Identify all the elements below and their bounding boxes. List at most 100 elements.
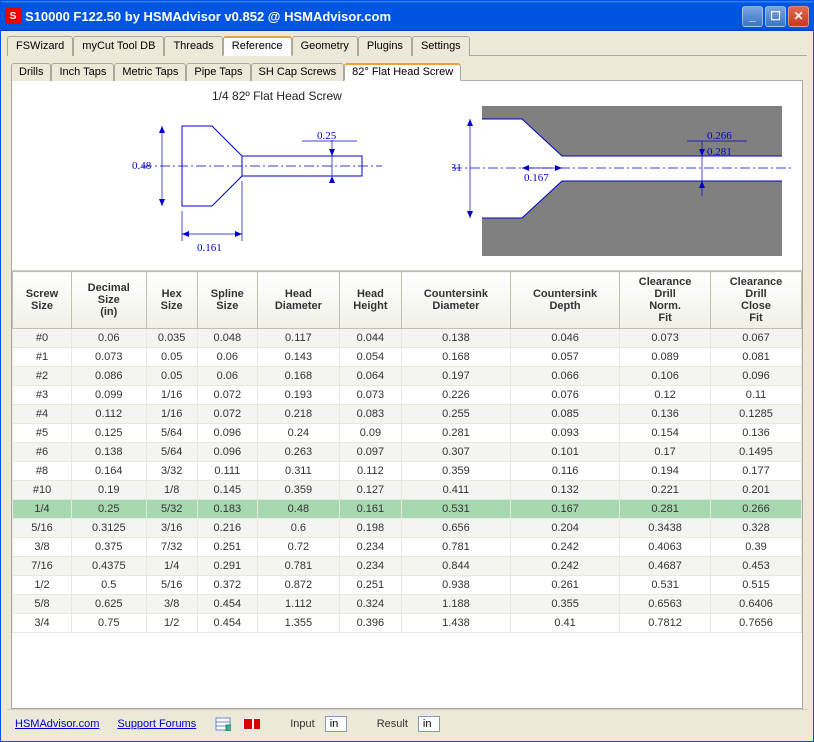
col-header[interactable]: ClearanceDrillCloseFit <box>711 272 802 329</box>
table-row[interactable]: 1/40.255/320.1830.480.1610.5310.1670.281… <box>13 500 802 519</box>
tab-fswizard[interactable]: FSWizard <box>7 36 73 56</box>
table-cell: 0.06 <box>197 367 257 386</box>
table-row[interactable]: 5/80.6253/80.4541.1120.3241.1880.3550.65… <box>13 595 802 614</box>
col-header[interactable]: ScrewSize <box>13 272 72 329</box>
table-cell: #5 <box>13 424 72 443</box>
table-cell: 0.106 <box>620 367 711 386</box>
table-cell: 0.054 <box>339 348 401 367</box>
col-header[interactable]: CountersinkDepth <box>511 272 620 329</box>
subtab-82-flat-head-screw[interactable]: 82° Flat Head Screw <box>344 63 461 81</box>
table-cell: 5/64 <box>146 424 197 443</box>
table-cell: 0.194 <box>620 462 711 481</box>
table-cell: 0.261 <box>511 576 620 595</box>
table-cell: 5/8 <box>13 595 72 614</box>
flag-icon[interactable] <box>242 716 260 732</box>
tab-plugins[interactable]: Plugins <box>358 36 412 56</box>
table-cell: 1/8 <box>146 481 197 500</box>
col-header[interactable]: DecimalSize(in) <box>72 272 146 329</box>
app-icon: S <box>5 8 21 24</box>
tab-reference[interactable]: Reference <box>223 36 292 56</box>
table-cell: 0.05 <box>146 348 197 367</box>
subtab-inch-taps[interactable]: Inch Taps <box>51 63 114 81</box>
table-cell: 1/16 <box>146 405 197 424</box>
table-cell: 0.086 <box>72 367 146 386</box>
table-cell: 0.7656 <box>711 614 802 633</box>
minimize-button[interactable]: _ <box>742 6 763 27</box>
table-row[interactable]: 1/20.55/160.3720.8720.2510.9380.2610.531… <box>13 576 802 595</box>
table-cell: #6 <box>13 443 72 462</box>
table-cell: #1 <box>13 348 72 367</box>
subtab-drills[interactable]: Drills <box>11 63 51 81</box>
table-row[interactable]: 3/40.751/20.4541.3550.3961.4380.410.7812… <box>13 614 802 633</box>
table-row[interactable]: #40.1121/160.0720.2180.0830.2550.0850.13… <box>13 405 802 424</box>
subtab-pipe-taps[interactable]: Pipe Taps <box>186 63 250 81</box>
col-header[interactable]: SplineSize <box>197 272 257 329</box>
link-hsmadvisor[interactable]: HSMAdvisor.com <box>15 718 99 730</box>
col-header[interactable]: HexSize <box>146 272 197 329</box>
table-row[interactable]: #20.0860.050.060.1680.0640.1970.0660.106… <box>13 367 802 386</box>
subtab-metric-taps[interactable]: Metric Taps <box>114 63 186 81</box>
table-row[interactable]: 3/80.3757/320.2510.720.2340.7810.2420.40… <box>13 538 802 557</box>
table-cell: 0.183 <box>197 500 257 519</box>
tab-geometry[interactable]: Geometry <box>292 36 358 56</box>
table-cell: 0.072 <box>197 405 257 424</box>
table-row[interactable]: #100.191/80.1450.3590.1270.4110.1320.221… <box>13 481 802 500</box>
table-cell: 0.242 <box>511 538 620 557</box>
table-row[interactable]: #50.1255/640.0960.240.090.2810.0930.1540… <box>13 424 802 443</box>
close-button[interactable]: ✕ <box>788 6 809 27</box>
tab-settings[interactable]: Settings <box>412 36 470 56</box>
table-cell: 0.411 <box>401 481 510 500</box>
sheet-icon[interactable] <box>214 716 232 732</box>
table-cell: 0.035 <box>146 329 197 348</box>
result-unit-select[interactable]: in <box>418 716 440 732</box>
table-cell: 0.136 <box>620 405 711 424</box>
table-row[interactable]: #60.1385/640.0960.2630.0970.3070.1010.17… <box>13 443 802 462</box>
table-cell: #10 <box>13 481 72 500</box>
table-cell: #2 <box>13 367 72 386</box>
table-row[interactable]: #00.060.0350.0480.1170.0440.1380.0460.07… <box>13 329 802 348</box>
table-cell: 0.138 <box>72 443 146 462</box>
titlebar[interactable]: S S10000 F122.50 by HSMAdvisor v0.852 @ … <box>1 1 813 31</box>
col-header[interactable]: CountersinkDiameter <box>401 272 510 329</box>
table-cell: 0.5 <box>72 576 146 595</box>
table-cell: 0.096 <box>197 424 257 443</box>
table-row[interactable]: #80.1643/320.1110.3110.1120.3590.1160.19… <box>13 462 802 481</box>
table-cell: 7/32 <box>146 538 197 557</box>
status-bar: HSMAdvisor.com Support Forums Input in R… <box>7 709 807 737</box>
table-cell: 1/4 <box>146 557 197 576</box>
input-unit-select[interactable]: in <box>325 716 347 732</box>
table-cell: 1/2 <box>146 614 197 633</box>
table-cell: 1.355 <box>257 614 339 633</box>
table-cell: 0.193 <box>257 386 339 405</box>
table-cell: 0.204 <box>511 519 620 538</box>
table-row[interactable]: 5/160.31253/160.2160.60.1980.6560.2040.3… <box>13 519 802 538</box>
table-cell: 0.093 <box>511 424 620 443</box>
table-cell: 0.06 <box>197 348 257 367</box>
col-header[interactable]: ClearanceDrillNorm.Fit <box>620 272 711 329</box>
table-cell: 0.454 <box>197 595 257 614</box>
table-cell: 0.081 <box>711 348 802 367</box>
col-header[interactable]: HeadDiameter <box>257 272 339 329</box>
table-cell: 0.046 <box>511 329 620 348</box>
table-cell: 0.531 <box>401 500 510 519</box>
subtab-sh-cap-screws[interactable]: SH Cap Screws <box>251 63 345 81</box>
table-cell: 0.083 <box>339 405 401 424</box>
tab-threads[interactable]: Threads <box>164 36 222 56</box>
col-header[interactable]: HeadHeight <box>339 272 401 329</box>
table-cell: 0.375 <box>72 538 146 557</box>
table-cell: 0.116 <box>511 462 620 481</box>
table-cell: 0.72 <box>257 538 339 557</box>
link-support-forums[interactable]: Support Forums <box>117 718 196 730</box>
table-cell: 0.25 <box>72 500 146 519</box>
table-cell: 5/64 <box>146 443 197 462</box>
table-row[interactable]: #30.0991/160.0720.1930.0730.2260.0760.12… <box>13 386 802 405</box>
tab-mycut-tool-db[interactable]: myCut Tool DB <box>73 36 164 56</box>
table-cell: 0.06 <box>72 329 146 348</box>
maximize-button[interactable]: ☐ <box>765 6 786 27</box>
table-row[interactable]: 7/160.43751/40.2910.7810.2340.8440.2420.… <box>13 557 802 576</box>
table-cell: 0.136 <box>711 424 802 443</box>
screw-table-scroll[interactable]: ScrewSizeDecimalSize(in)HexSizeSplineSiz… <box>12 271 802 708</box>
table-row[interactable]: #10.0730.050.060.1430.0540.1680.0570.089… <box>13 348 802 367</box>
table-cell: 0.125 <box>72 424 146 443</box>
table-cell: 1/2 <box>13 576 72 595</box>
